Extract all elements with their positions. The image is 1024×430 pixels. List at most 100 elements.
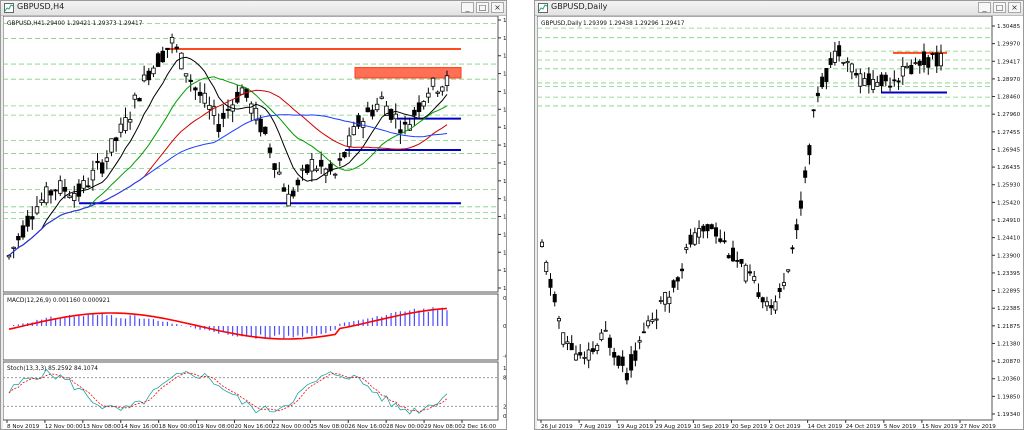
candle-body — [151, 67, 156, 75]
candle-body — [314, 168, 319, 171]
price-tick-label: 1.25930 — [997, 183, 1021, 189]
candle-body — [81, 180, 86, 189]
workspace-gap — [507, 0, 534, 430]
price-tick-label: 1.26945 — [997, 147, 1021, 153]
candle-body — [67, 195, 72, 199]
candle-body — [444, 75, 450, 87]
candle-body — [146, 70, 151, 81]
candle-body — [30, 216, 35, 220]
candle-body — [811, 109, 816, 112]
maximize-button[interactable]: □ — [476, 2, 489, 13]
candle-body — [183, 73, 189, 77]
time-axis-label: 5 Nov 2019 — [884, 424, 917, 429]
chart-window-icon — [4, 3, 14, 13]
candle-body — [837, 45, 842, 57]
time-axis-label: 2 Oct 2019 — [770, 424, 801, 429]
candle-body — [714, 227, 719, 237]
candle-body — [155, 53, 161, 67]
candle-body — [722, 240, 727, 243]
time-axis-label: 8 Nov 2019 — [7, 424, 40, 429]
candle-body — [743, 264, 748, 282]
candle-body — [16, 235, 21, 241]
candle-body — [578, 352, 583, 356]
daily-chart-window[interactable]: GBPUSD,Daily _ □ × 1.30485 1.29970 1.29417… — [534, 0, 1024, 430]
price-tick-label: 1.29785 — [503, 36, 506, 42]
price-tick-label: 1.19340 — [997, 412, 1021, 418]
candle-body — [697, 228, 702, 238]
candle-body — [393, 113, 398, 120]
stoch-scale-label: 100 — [503, 366, 506, 372]
candle-body — [739, 258, 744, 264]
candle-body — [824, 68, 829, 82]
candle-body — [607, 337, 612, 348]
candle-body — [141, 74, 147, 82]
price-tick-label: 1.30485 — [997, 24, 1021, 30]
window-titlebar[interactable]: GBPUSD,Daily _ □ × — [535, 1, 1023, 16]
h4-chart-window[interactable]: GBPUSD,H4 _ □ × 1.299401.297851.296301.2… — [0, 0, 507, 430]
candle-body — [866, 73, 871, 86]
chart-window-icon — [538, 3, 548, 13]
candle-body — [267, 147, 273, 153]
price-tick-label: 1.25420 — [997, 200, 1021, 206]
candle-body — [379, 96, 384, 99]
time-axis-label: 19 Nov 08:00 — [197, 424, 235, 429]
candle-body — [72, 193, 77, 201]
candle-body — [544, 261, 549, 272]
candle-body — [412, 109, 417, 116]
candle-body — [633, 350, 638, 361]
time-axis-label: 2 Dec 16:00 — [462, 424, 497, 429]
time-axis-label: 7 Aug 2019 — [579, 424, 612, 429]
window-titlebar[interactable]: GBPUSD,H4 _ □ × — [1, 1, 506, 16]
maximize-button[interactable]: □ — [993, 2, 1006, 13]
candle-body — [773, 301, 778, 311]
candle-body — [351, 126, 357, 136]
candle-body — [701, 225, 706, 232]
minimize-button[interactable]: _ — [978, 2, 991, 13]
price-tick-label: 1.20360 — [997, 377, 1021, 383]
candle-body — [90, 169, 96, 181]
candle-body — [421, 101, 426, 107]
close-button[interactable]: × — [491, 2, 504, 13]
candle-body — [179, 52, 184, 70]
time-axis-label: 14 Nov 16:00 — [121, 424, 159, 429]
daily-price-chart[interactable]: 1.30485 1.29970 1.29417 1.28970 1.28460 1.279… — [537, 16, 1023, 429]
price-tick-label: 1.28460 — [997, 95, 1021, 101]
candle-body — [540, 241, 545, 247]
candle-body — [624, 373, 629, 381]
time-axis-label: 26 Jul 2019 — [541, 424, 573, 429]
candle-body — [99, 162, 105, 174]
candle-body — [883, 74, 888, 82]
candle-body — [900, 65, 905, 77]
candle-body — [764, 301, 769, 307]
candle-body — [815, 92, 820, 97]
stoch-scale-label: 20 — [503, 404, 506, 410]
close-button[interactable]: × — [1008, 2, 1021, 13]
price-tick-label: 1.22385 — [997, 306, 1021, 312]
price-tick-label: 1.27630 — [503, 286, 506, 292]
price-tick-label: 1.28555 — [503, 179, 506, 185]
candle-body — [582, 356, 587, 359]
candle-body — [44, 186, 49, 204]
candle-body — [692, 232, 697, 245]
price-tick-label: 1.29970 — [997, 42, 1021, 48]
candle-body — [127, 119, 133, 123]
time-axis-label: 20 Sep 2019 — [731, 424, 767, 429]
price-tick-label: 1.24410 — [997, 236, 1021, 242]
candle-body — [225, 108, 231, 111]
candle-body — [756, 292, 761, 297]
candle-body — [286, 193, 291, 207]
candle-body — [137, 97, 142, 102]
candle-body — [53, 189, 58, 192]
minimize-button[interactable]: _ — [461, 2, 474, 13]
candle-body — [760, 297, 765, 303]
candle-body — [552, 293, 557, 303]
h4-price-chart[interactable]: 1.29940 1.29785 1.29630 1.29475 1.29320 1.291… — [3, 16, 506, 429]
candle-body — [123, 117, 128, 131]
candle-body — [658, 300, 663, 302]
candle-body — [104, 157, 110, 162]
candle-body — [769, 305, 774, 309]
candle-body — [160, 50, 165, 63]
candle-body — [337, 158, 343, 161]
candle-body — [599, 332, 604, 340]
candle-body — [590, 348, 595, 352]
